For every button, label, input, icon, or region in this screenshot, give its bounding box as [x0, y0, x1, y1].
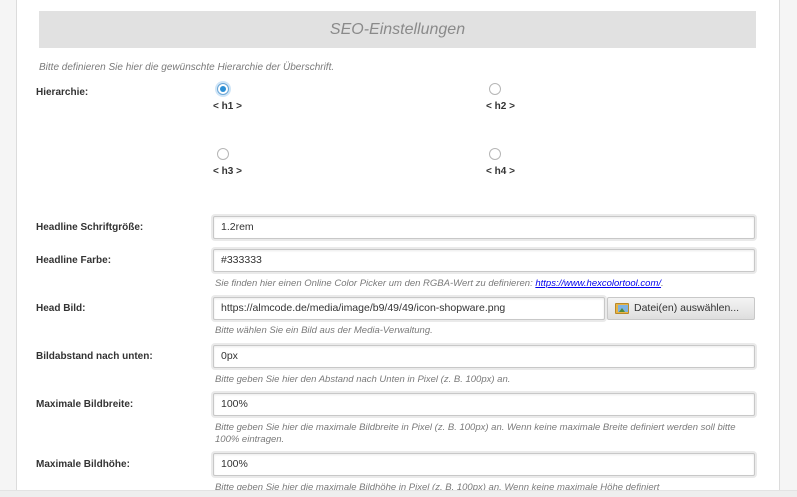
image-spacing-help: Bitte geben Sie hier den Abstand nach Un…: [215, 374, 511, 385]
radio-h2[interactable]: [489, 83, 501, 95]
radio-label-h4: < h4 >: [486, 166, 515, 177]
headline-color-input[interactable]: #333333: [213, 249, 755, 272]
max-width-label: Maximale Bildbreite:: [36, 399, 134, 410]
radio-label-h3: < h3 >: [213, 166, 242, 177]
max-width-help: Bitte geben Sie hier die maximale Bildbr…: [215, 422, 736, 445]
radio-h4[interactable]: [489, 148, 501, 160]
radio-label-h1: < h1 >: [213, 101, 242, 112]
radio-h3[interactable]: [217, 148, 229, 160]
hierarchy-label: Hierarchie:: [36, 87, 89, 98]
section-intro: Bitte definieren Sie hier die gewünschte…: [39, 62, 335, 73]
headline-color-help: Sie finden hier einen Online Color Picke…: [215, 278, 755, 290]
head-image-label: Head Bild:: [36, 303, 86, 314]
color-tool-link[interactable]: https://www.hexcolortool.com/: [535, 278, 661, 289]
max-width-input[interactable]: 100%: [213, 393, 755, 416]
head-image-input[interactable]: https://almcode.de/media/image/b9/49/49/…: [213, 297, 605, 320]
headline-size-input[interactable]: 1.2rem: [213, 216, 755, 239]
headline-color-help-text: Sie finden hier einen Online Color Picke…: [215, 278, 536, 289]
image-spacing-input[interactable]: 0px: [213, 345, 755, 368]
headline-color-label: Headline Farbe:: [36, 255, 112, 266]
max-height-label: Maximale Bildhöhe:: [36, 459, 130, 470]
headline-size-label: Headline Schriftgröße:: [36, 222, 144, 233]
select-files-button[interactable]: Datei(en) auswählen...: [607, 297, 755, 320]
image-spacing-label: Bildabstand nach unten:: [36, 351, 153, 362]
image-folder-icon: [615, 303, 629, 314]
bottom-bar: [0, 490, 797, 497]
head-image-help: Bitte wählen Sie ein Bild aus der Media-…: [215, 325, 433, 336]
radio-label-h2: < h2 >: [486, 101, 515, 112]
max-height-input[interactable]: 100%: [213, 453, 755, 476]
radio-h1[interactable]: [217, 83, 229, 95]
headline-color-help-suffix: .: [661, 278, 664, 289]
select-files-button-label: Datei(en) auswählen...: [634, 302, 740, 314]
section-title: SEO-Einstellungen: [39, 11, 756, 48]
settings-panel: SEO-Einstellungen Bitte definieren Sie h…: [16, 0, 780, 497]
